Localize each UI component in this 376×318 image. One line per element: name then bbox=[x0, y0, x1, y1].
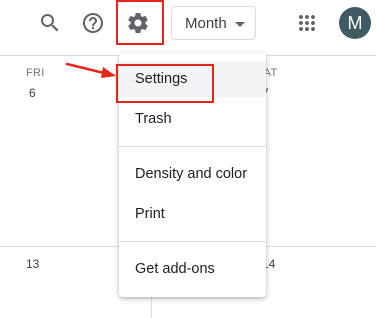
settings-item-highlight bbox=[116, 64, 214, 103]
day-label-fri: FRI bbox=[26, 67, 45, 79]
settings-button-highlight bbox=[116, 0, 164, 45]
menu-item-label: Density and color bbox=[135, 166, 248, 182]
day-number-6[interactable]: 6 bbox=[29, 86, 36, 100]
menu-divider bbox=[119, 241, 266, 242]
menu-item-density-and-color[interactable]: Density and color bbox=[119, 156, 266, 192]
menu-item-print[interactable]: Print bbox=[119, 196, 266, 232]
avatar[interactable]: M bbox=[339, 7, 371, 39]
calendar-toolbar: Month M bbox=[0, 0, 376, 48]
menu-item-get-add-ons[interactable]: Get add-ons bbox=[119, 251, 266, 287]
menu-item-label: Trash bbox=[135, 111, 172, 127]
search-button[interactable] bbox=[30, 3, 70, 43]
menu-item-trash[interactable]: Trash bbox=[119, 101, 266, 137]
search-icon bbox=[41, 14, 59, 32]
apps-button[interactable] bbox=[287, 3, 327, 43]
menu-divider bbox=[119, 146, 266, 147]
menu-item-label: Print bbox=[135, 206, 165, 222]
day-number-13[interactable]: 13 bbox=[26, 257, 39, 271]
help-button[interactable] bbox=[73, 3, 113, 43]
apps-grid-icon bbox=[299, 15, 315, 31]
view-selector-label: Month bbox=[185, 14, 227, 32]
help-icon bbox=[83, 13, 103, 33]
dropdown-caret-icon bbox=[235, 22, 245, 27]
view-selector[interactable]: Month bbox=[171, 6, 256, 40]
menu-item-label: Get add-ons bbox=[135, 261, 215, 277]
red-arrow-annotation bbox=[65, 62, 116, 78]
